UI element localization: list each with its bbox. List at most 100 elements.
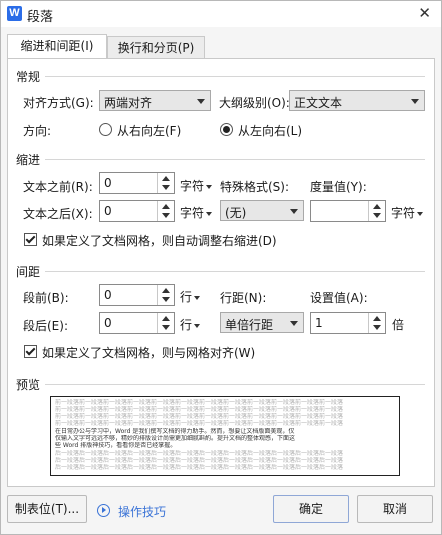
indent-before-unit-select[interactable]: 字符 (180, 177, 213, 194)
indent-after-label: 文本之后(X): (23, 207, 93, 221)
cancel-button[interactable]: 取消 (357, 495, 433, 523)
outline-level-value: 正文文本 (294, 96, 343, 110)
dialog-title: 段落 (27, 10, 54, 25)
title-bar: W 段落 ✕ (1, 1, 441, 27)
indent-after-unit-select[interactable]: 字符 (180, 204, 213, 221)
space-before-label: 段前(B): (23, 291, 69, 305)
special-format-select[interactable]: (无) (220, 200, 304, 221)
preview-heading: 预览 (16, 378, 41, 392)
alignment-value: 两端对齐 (104, 96, 153, 110)
setting-value-unit: 倍 (392, 318, 405, 332)
space-after-spinner[interactable]: 0 (99, 312, 175, 334)
paragraph-dialog: W 段落 ✕ 缩进和间距(I) 换行和分页(P) 常规 对齐方式(G): 两端对… (0, 0, 442, 535)
general-heading: 常规 (16, 70, 41, 84)
alignment-select[interactable]: 两端对齐 (99, 90, 211, 111)
outline-level-select[interactable]: 正文文本 (289, 90, 425, 111)
rtl-radio[interactable] (99, 123, 112, 136)
alignment-label: 对齐方式(G): (23, 96, 94, 110)
rtl-label[interactable]: 从右向左(F) (117, 122, 181, 139)
ok-button[interactable]: 确定 (273, 495, 349, 523)
setting-value-label: 设置值(A): (310, 291, 368, 305)
general-divider (45, 76, 425, 77)
indent-before-label: 文本之前(R): (23, 180, 93, 194)
stepper-down-icon[interactable] (373, 325, 381, 330)
stepper-up-icon[interactable] (162, 316, 170, 321)
snap-to-grid-label[interactable]: 如果定义了文档网格，则与网格对齐(W) (42, 344, 255, 361)
preview-divider (45, 384, 425, 385)
tips-link[interactable]: 操作技巧 (118, 503, 166, 520)
measure-spinner[interactable] (310, 200, 386, 222)
indent-after-value: 0 (104, 204, 112, 218)
tab-line-page-breaks[interactable]: 换行和分页(P) (107, 36, 205, 59)
ltr-radio[interactable] (220, 123, 233, 136)
space-before-value: 0 (104, 288, 112, 302)
chevron-down-icon (411, 99, 419, 104)
preview-sample-line: 些 Word 排版神技巧，看看你是否已经掌握。 (55, 442, 177, 449)
preview-previous-line: 前一段落前一段落前一段落前一段落前一段落前一段落前一段落前一段落前一段落前一段落… (55, 406, 344, 413)
indent-before-spinner[interactable]: 0 (99, 172, 175, 194)
stepper-down-icon[interactable] (162, 213, 170, 218)
special-format-value: (无) (225, 206, 247, 220)
tab-indent-spacing[interactable]: 缩进和间距(I) (7, 34, 107, 59)
space-after-unit-select[interactable]: 行 (180, 316, 201, 333)
line-spacing-value: 单倍行距 (225, 318, 274, 332)
snap-to-grid-checkbox[interactable] (24, 345, 37, 358)
stepper-down-icon[interactable] (162, 185, 170, 190)
preview-next-line: 后一段落后一段落后一段落后一段落后一段落后一段落后一段落后一段落后一段落后一段落… (55, 457, 344, 464)
preview-previous-line: 前一段落前一段落前一段落前一段落前一段落前一段落前一段落前一段落前一段落前一段落… (55, 420, 344, 427)
tab-stops-button[interactable]: 制表位(T)... (7, 495, 87, 523)
indent-after-spinner[interactable]: 0 (99, 200, 175, 222)
indent-before-value: 0 (104, 176, 112, 190)
preview-next-line: 后一段落后一段落后一段落后一段落后一段落后一段落后一段落后一段落后一段落后一段落… (55, 450, 344, 457)
caret-down-icon (206, 184, 213, 189)
wps-writer-icon: W (7, 6, 22, 21)
stepper-up-icon[interactable] (373, 316, 381, 321)
measure-unit: 字符 (391, 206, 416, 220)
setting-value-spinner[interactable]: 1 (310, 312, 386, 334)
preview-sample-line: 在日常办公与学习中，Word 是我们撰写文档的得力助手。然而，想要让文档版面美观… (55, 428, 295, 435)
line-spacing-label: 行距(N): (220, 291, 267, 305)
stepper-up-icon[interactable] (162, 204, 170, 209)
stepper-down-icon[interactable] (373, 213, 381, 218)
chevron-down-icon (290, 321, 298, 326)
indent-divider (45, 159, 425, 160)
preview-sample-line: 仅输入文字可远远不够，精妙的排版设计尚需更加细腻斟酌。提升文档的整体观感，下面这 (55, 435, 296, 442)
auto-adjust-label[interactable]: 如果定义了文档网格，则自动调整右缩进(D) (42, 232, 277, 249)
stepper-down-icon[interactable] (162, 325, 170, 330)
stepper-down-icon[interactable] (162, 297, 170, 302)
space-after-unit: 行 (180, 318, 193, 332)
auto-adjust-checkbox[interactable] (24, 233, 37, 246)
line-spacing-select[interactable]: 单倍行距 (220, 312, 304, 333)
preview-previous-line: 前一段落前一段落前一段落前一段落前一段落前一段落前一段落前一段落前一段落前一段落… (55, 399, 344, 406)
space-after-value: 0 (104, 316, 112, 330)
caret-down-icon (194, 323, 201, 328)
space-before-spinner[interactable]: 0 (99, 284, 175, 306)
space-before-unit-select[interactable]: 行 (180, 288, 201, 305)
stepper-up-icon[interactable] (373, 204, 381, 209)
caret-down-icon (206, 211, 213, 216)
close-icon[interactable]: ✕ (418, 4, 431, 22)
spacing-divider (45, 271, 425, 272)
caret-down-icon (417, 211, 424, 216)
indent-heading: 缩进 (16, 153, 41, 167)
outline-level-label: 大纲级别(O): (219, 96, 290, 110)
indent-before-unit: 字符 (180, 179, 205, 193)
ltr-label[interactable]: 从左向右(L) (238, 122, 302, 139)
spacing-heading: 间距 (16, 265, 41, 279)
preview-next-line: 后一段落后一段落后一段落后一段落后一段落后一段落后一段落后一段落后一段落后一段落… (55, 464, 344, 471)
play-circle-icon[interactable] (97, 504, 110, 517)
special-format-label: 特殊格式(S): (220, 180, 290, 194)
stepper-up-icon[interactable] (162, 288, 170, 293)
setting-value: 1 (315, 316, 323, 330)
stepper-up-icon[interactable] (162, 176, 170, 181)
space-before-unit: 行 (180, 290, 193, 304)
caret-down-icon (194, 295, 201, 300)
indent-after-unit: 字符 (180, 206, 205, 220)
space-after-label: 段后(E): (23, 319, 68, 333)
measure-label: 度量值(Y): (310, 180, 367, 194)
chevron-down-icon (290, 209, 298, 214)
paragraph-preview: 前一段落前一段落前一段落前一段落前一段落前一段落前一段落前一段落前一段落前一段落… (50, 396, 400, 476)
measure-unit-select[interactable]: 字符 (391, 204, 424, 221)
preview-previous-line: 前一段落前一段落前一段落前一段落前一段落前一段落前一段落前一段落前一段落前一段落… (55, 413, 344, 420)
direction-label: 方向: (23, 124, 52, 138)
